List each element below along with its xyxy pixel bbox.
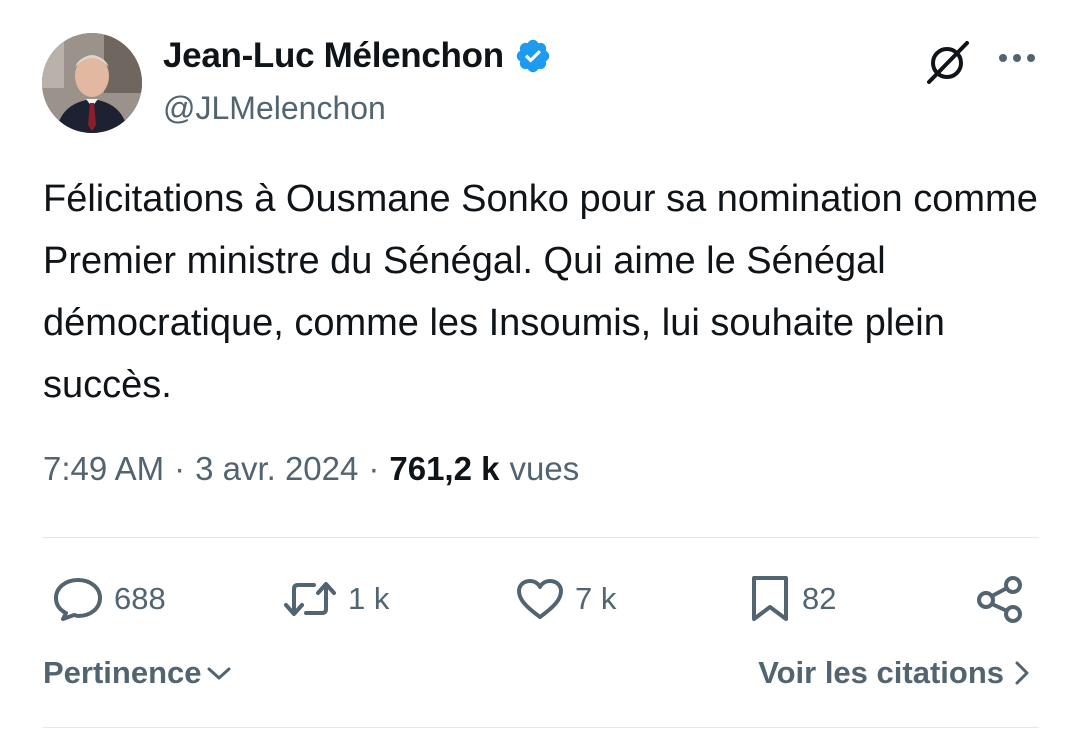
divider	[43, 727, 1039, 728]
author-name-text: Jean-Luc Mélenchon	[163, 36, 504, 75]
chevron-right-icon	[1015, 661, 1029, 685]
reply-icon	[54, 578, 102, 621]
tweet-text: Félicitations à Ousmane Sonko pour sa no…	[43, 178, 1038, 406]
bookmark-count: 82	[802, 581, 837, 616]
author-display-name[interactable]: Jean-Luc Mélenchon	[163, 36, 552, 76]
heart-icon	[517, 579, 563, 619]
tweet-date[interactable]: 3 avr. 2024	[195, 450, 358, 488]
sort-dropdown[interactable]: Pertinence	[43, 655, 232, 691]
views-count: 761,2 k	[389, 450, 500, 487]
retweet-count: 1 k	[348, 581, 390, 616]
divider	[43, 537, 1039, 538]
reply-count: 688	[114, 581, 166, 616]
share-button[interactable]	[975, 570, 1025, 628]
author-handle[interactable]: @JLMelenchon	[163, 90, 386, 127]
views-label: vues	[509, 450, 580, 487]
view-quotes-label: Voir les citations	[758, 655, 1004, 690]
tweet-meta: 7:49 AM · 3 avr. 2024 · 761,2 k vues	[43, 450, 579, 488]
tweet-card: Jean-Luc Mélenchon @JLMelenchon Félicita…	[0, 0, 1080, 735]
retweet-button[interactable]: 1 k	[282, 570, 389, 628]
like-count: 7 k	[575, 581, 617, 616]
bookmark-button[interactable]: 82	[748, 570, 836, 628]
reply-button[interactable]: 688	[52, 570, 166, 628]
grok-icon[interactable]	[920, 36, 976, 88]
view-quotes-link[interactable]: Voir les citations	[758, 655, 1030, 691]
like-button[interactable]: 7 k	[515, 570, 616, 628]
sort-label: Pertinence	[43, 655, 202, 690]
verified-badge-icon	[514, 37, 552, 75]
bookmark-icon	[752, 576, 788, 621]
meta-separator: ·	[174, 450, 186, 487]
share-icon	[977, 576, 1022, 623]
meta-separator: ·	[368, 450, 380, 487]
retweet-icon	[284, 582, 336, 616]
more-options-icon[interactable]	[992, 38, 1042, 78]
tweet-time[interactable]: 7:49 AM	[43, 450, 164, 488]
avatar[interactable]	[42, 33, 142, 133]
chevron-down-icon	[207, 667, 231, 680]
